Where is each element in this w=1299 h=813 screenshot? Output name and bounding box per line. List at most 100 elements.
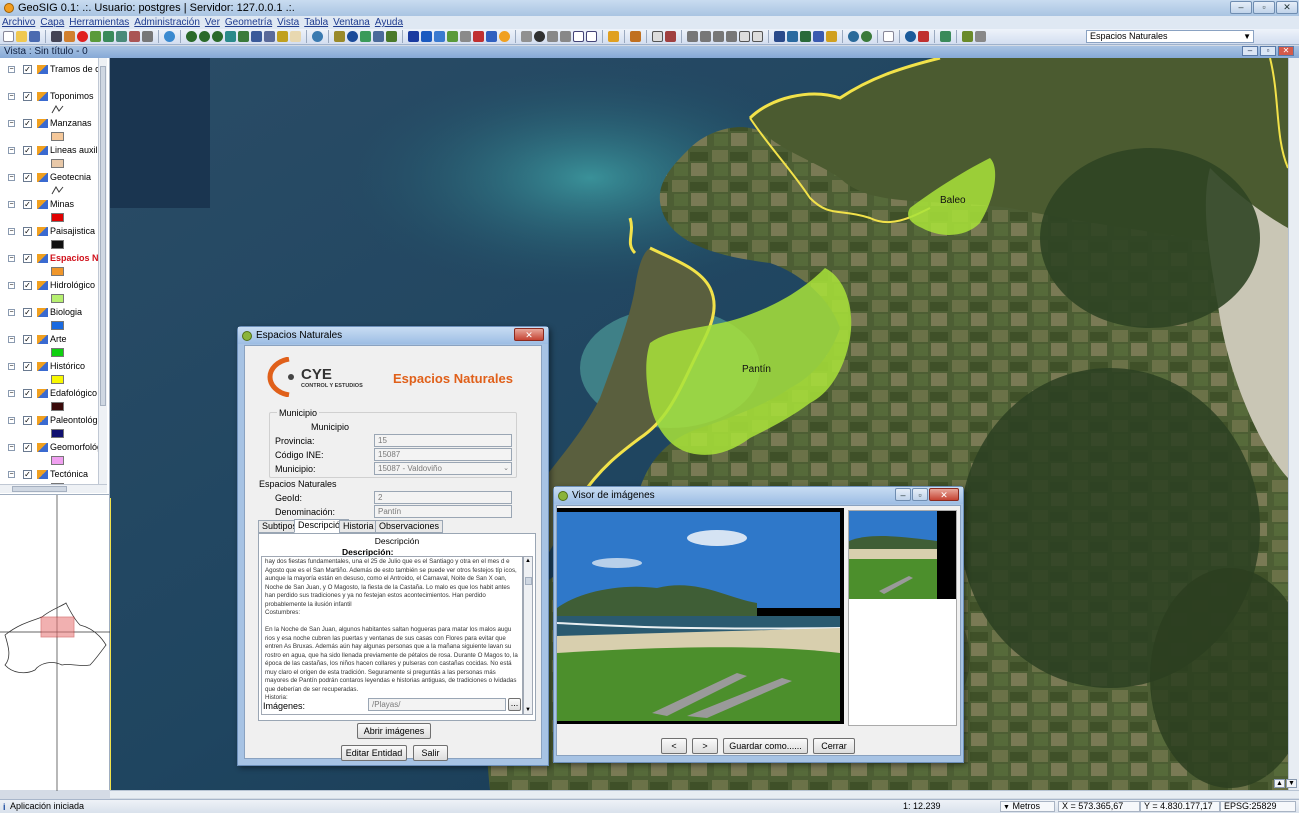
layer-item[interactable]: − ✓ Lineas auxiliar bbox=[0, 143, 106, 170]
menu-geometria[interactable]: Geometría bbox=[225, 17, 272, 28]
clip-icon[interactable] bbox=[800, 31, 811, 42]
filter-icon[interactable] bbox=[608, 31, 619, 42]
save-as-button[interactable]: Guardar como...... bbox=[723, 738, 808, 754]
menu-capa[interactable]: Capa bbox=[40, 17, 64, 28]
rotate-icon[interactable] bbox=[573, 31, 584, 42]
expand-toggle-icon[interactable]: − bbox=[8, 147, 15, 154]
denominacion-field[interactable]: Pantín bbox=[374, 505, 512, 518]
layers-horizontal-scrollbar[interactable] bbox=[0, 484, 107, 493]
geoid-field[interactable]: 2 bbox=[374, 491, 512, 504]
expand-toggle-icon[interactable]: − bbox=[8, 201, 15, 208]
layer-item[interactable]: − ✓ Biologia bbox=[0, 305, 104, 332]
topology-icon[interactable] bbox=[774, 31, 785, 42]
expand-toggle-icon[interactable]: − bbox=[8, 363, 15, 370]
menu-ayuda[interactable]: Ayuda bbox=[375, 17, 403, 28]
layer-visibility-checkbox[interactable]: ✓ bbox=[23, 227, 32, 236]
new-icon[interactable] bbox=[3, 31, 14, 42]
layer-item[interactable]: − ✓ Paisajistica bbox=[0, 224, 104, 251]
zoom-next-icon[interactable] bbox=[277, 31, 288, 42]
menu-herramientas[interactable]: Herramientas bbox=[69, 17, 129, 28]
zoom-prev-icon[interactable] bbox=[264, 31, 275, 42]
tab-historia[interactable]: Historia bbox=[339, 520, 378, 533]
info-icon[interactable] bbox=[312, 31, 323, 42]
edit-icon[interactable] bbox=[521, 31, 532, 42]
layer-visibility-checkbox[interactable]: ✓ bbox=[23, 92, 32, 101]
distance-icon[interactable] bbox=[373, 31, 384, 42]
browse-images-button[interactable]: ... bbox=[508, 698, 521, 711]
menu-tabla[interactable]: Tabla bbox=[304, 17, 328, 28]
cerrar-button[interactable]: Cerrar bbox=[813, 738, 855, 754]
tab-observaciones[interactable]: Observaciones bbox=[375, 520, 444, 533]
attribute-table-icon[interactable] bbox=[975, 31, 986, 42]
layer-visibility-checkbox[interactable]: ✓ bbox=[23, 173, 32, 182]
export-icon[interactable] bbox=[813, 31, 824, 42]
expand-toggle-icon[interactable]: − bbox=[8, 471, 15, 478]
select-layer-icon[interactable] bbox=[460, 31, 471, 42]
active-layer-select[interactable]: Espacios Naturales ▼ bbox=[1086, 30, 1254, 43]
layer-visibility-checkbox[interactable]: ✓ bbox=[23, 119, 32, 128]
salir-button[interactable]: Salir bbox=[413, 745, 448, 761]
menu-ver[interactable]: Ver bbox=[205, 17, 220, 28]
view-maximize-button[interactable]: ▫ bbox=[1260, 46, 1276, 56]
scroll-down-icon[interactable]: ▼ bbox=[525, 707, 531, 713]
print-icon[interactable] bbox=[51, 31, 62, 42]
layer-visibility-checkbox[interactable]: ✓ bbox=[23, 362, 32, 371]
chart-icon[interactable] bbox=[826, 31, 837, 42]
next-image-button[interactable]: > bbox=[692, 738, 718, 754]
measure-icon[interactable] bbox=[334, 31, 345, 42]
expand-toggle-icon[interactable]: − bbox=[8, 174, 15, 181]
layer-item[interactable]: − ✓ Minas bbox=[0, 197, 104, 224]
zoom-scale-icon[interactable] bbox=[905, 31, 916, 42]
pan-icon[interactable] bbox=[290, 31, 301, 42]
layer-item[interactable]: − ✓ Geomorfológic bbox=[0, 440, 106, 467]
layer-visibility-checkbox[interactable]: ✓ bbox=[23, 200, 32, 209]
split-icon[interactable] bbox=[586, 31, 597, 42]
layer-add-icon[interactable] bbox=[64, 31, 75, 42]
expand-toggle-icon[interactable]: − bbox=[8, 120, 15, 127]
expand-toggle-icon[interactable]: − bbox=[8, 390, 15, 397]
legend-icon[interactable] bbox=[630, 31, 641, 42]
snap-icon[interactable] bbox=[665, 31, 676, 42]
map-horizontal-scrollbar[interactable]: ▲ ▼ bbox=[110, 779, 1299, 798]
select-circle-icon[interactable] bbox=[447, 31, 458, 42]
scroll-up-icon[interactable]: ▲ bbox=[1274, 779, 1285, 788]
thumbnail-strip[interactable] bbox=[848, 510, 957, 726]
layer-visibility-checkbox[interactable]: ✓ bbox=[23, 416, 32, 425]
locate-icon[interactable] bbox=[861, 31, 872, 42]
provincia-field[interactable]: 15 bbox=[374, 434, 512, 447]
units-select[interactable]: ▼ Metros bbox=[1000, 801, 1055, 812]
abrir-imagenes-button[interactable]: Abrir imágenes bbox=[357, 723, 431, 739]
scroll-thumb[interactable] bbox=[525, 577, 532, 585]
expand-toggle-icon[interactable]: − bbox=[8, 336, 15, 343]
layer-item[interactable]: − ✓ Edafológico bbox=[0, 386, 104, 413]
hyperlink-icon[interactable] bbox=[386, 31, 397, 42]
map-vertical-scrollbar[interactable] bbox=[1288, 58, 1299, 790]
close-button[interactable]: ✕ bbox=[1276, 1, 1298, 14]
clear-selection-icon[interactable] bbox=[499, 31, 510, 42]
draw-line-icon[interactable] bbox=[687, 31, 698, 42]
layer-visibility-checkbox[interactable]: ✓ bbox=[23, 281, 32, 290]
layer-item[interactable]: − ✓ Tramos de car bbox=[0, 62, 106, 89]
scale-icon[interactable] bbox=[560, 31, 571, 42]
municipio-select[interactable]: 15087 - Valdoviño ⌄ bbox=[374, 462, 512, 475]
draw-poly-icon[interactable] bbox=[700, 31, 711, 42]
layer-item[interactable]: − ✓ Manzanas bbox=[0, 116, 104, 143]
view-close-button[interactable]: ✕ bbox=[1278, 46, 1294, 56]
search-icon[interactable] bbox=[848, 31, 859, 42]
codigo-ine-field[interactable]: 15087 bbox=[374, 448, 512, 461]
layer-item[interactable]: − ✓ Hidrológico bbox=[0, 278, 104, 305]
expand-toggle-icon[interactable]: − bbox=[8, 417, 15, 424]
raster-icon[interactable] bbox=[129, 31, 140, 42]
viewer-maximize-button[interactable]: ▫ bbox=[912, 488, 928, 501]
layer-visibility-checkbox[interactable]: ✓ bbox=[23, 254, 32, 263]
layer-item[interactable]: − ✓ Histórico bbox=[0, 359, 104, 386]
draw-point-icon[interactable] bbox=[713, 31, 724, 42]
wfs-icon[interactable] bbox=[103, 31, 114, 42]
layer-visibility-checkbox[interactable]: ✓ bbox=[23, 146, 32, 155]
view-minimize-button[interactable]: – bbox=[1242, 46, 1258, 56]
identify-icon[interactable] bbox=[347, 31, 358, 42]
area-icon[interactable] bbox=[360, 31, 371, 42]
expand-toggle-icon[interactable]: − bbox=[8, 309, 15, 316]
grid-icon[interactable] bbox=[652, 31, 663, 42]
layer-visibility-checkbox[interactable]: ✓ bbox=[23, 335, 32, 344]
